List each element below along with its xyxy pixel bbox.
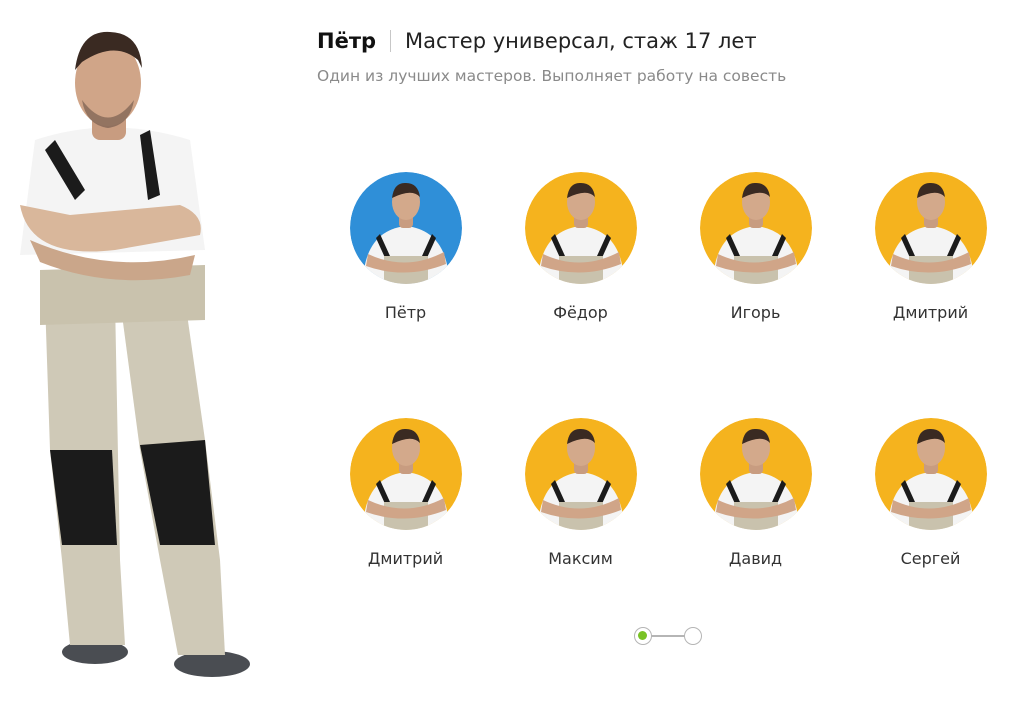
- master-avatar: [699, 172, 812, 284]
- master-avatar: [874, 418, 987, 530]
- master-card[interactable]: Фёдор: [493, 172, 668, 324]
- master-name: Давид: [728, 549, 783, 568]
- master-avatar: [349, 172, 462, 284]
- featured-master-info: Пётр Мастер универсал, стаж 17 лет Один …: [317, 26, 786, 86]
- master-name: Фёдор: [553, 303, 608, 322]
- master-avatar: [524, 418, 637, 530]
- master-avatar: [349, 418, 462, 530]
- master-name: Сергей: [900, 549, 961, 568]
- page-dot-2[interactable]: [684, 627, 702, 645]
- masters-row: Дмитрий Максим Давид Сергей: [318, 418, 1018, 570]
- master-card[interactable]: Дмитрий: [843, 172, 1018, 324]
- pagination: [634, 627, 702, 645]
- master-name: Пётр: [384, 303, 427, 322]
- page-dot-1[interactable]: [634, 627, 652, 645]
- master-card[interactable]: Пётр: [318, 172, 493, 324]
- featured-master-title: Пётр Мастер универсал, стаж 17 лет: [317, 26, 786, 56]
- master-name: Максим: [548, 549, 613, 568]
- masters-grid: Пётр Фёдор Игорь Дмитрий Дмитрий Максим …: [318, 172, 1018, 570]
- master-card[interactable]: Игорь: [668, 172, 843, 324]
- master-card[interactable]: Сергей: [843, 418, 1018, 570]
- master-card[interactable]: Давид: [668, 418, 843, 570]
- master-name: Дмитрий: [892, 303, 969, 322]
- master-card[interactable]: Дмитрий: [318, 418, 493, 570]
- pagination-track: [648, 635, 688, 637]
- master-name: Игорь: [730, 303, 781, 322]
- masters-row: Пётр Фёдор Игорь Дмитрий: [318, 172, 1018, 324]
- master-avatar: [524, 172, 637, 284]
- featured-master-description: Один из лучших мастеров. Выполняет работ…: [317, 67, 787, 85]
- master-name: Дмитрий: [367, 549, 444, 568]
- featured-master-role: Мастер универсал, стаж 17 лет: [405, 29, 757, 53]
- featured-master-name: Пётр: [317, 29, 377, 53]
- title-separator: [390, 30, 392, 52]
- master-avatar: [699, 418, 812, 530]
- master-avatar: [874, 172, 987, 284]
- master-card[interactable]: Максим: [493, 418, 668, 570]
- masters-section: Пётр Мастер универсал, стаж 17 лет Один …: [0, 0, 1024, 701]
- featured-master-photo: [0, 0, 280, 701]
